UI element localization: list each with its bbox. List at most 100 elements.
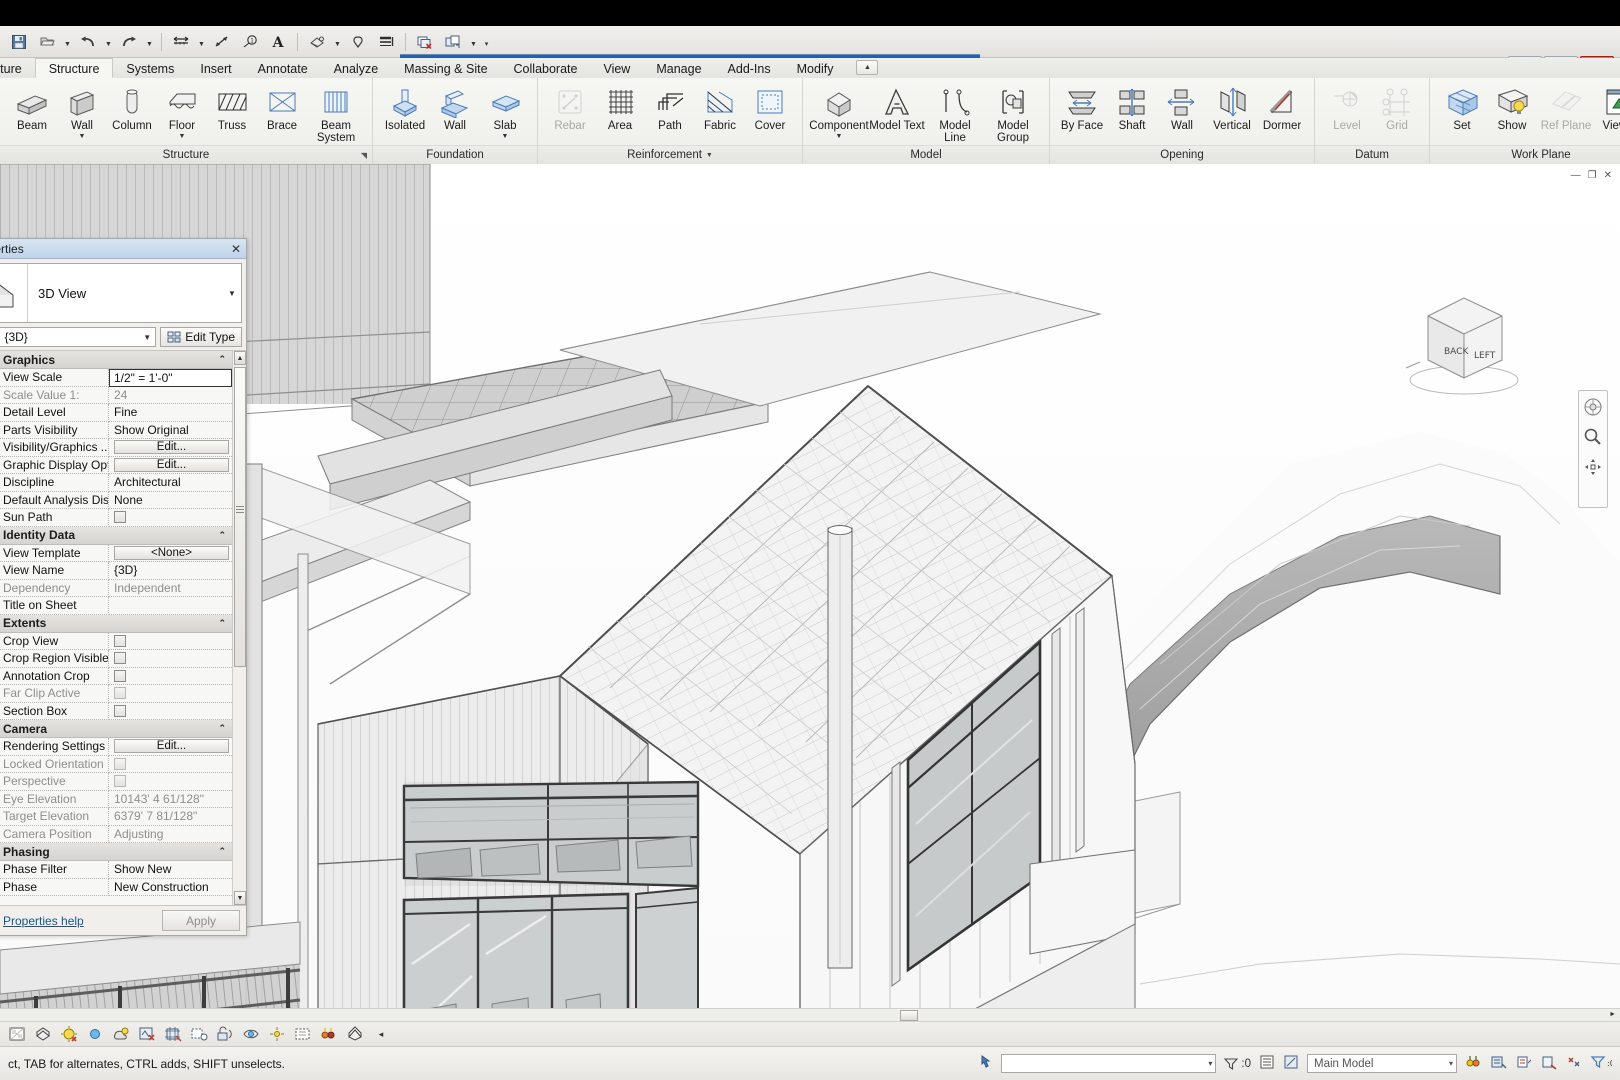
ribbon-button-wall[interactable]: Wall	[1157, 82, 1207, 133]
ribbon-button-fabric[interactable]: Fabric	[695, 82, 745, 133]
view-horizontal-scrollbar[interactable]: ►	[0, 1008, 1620, 1021]
property-checkbox[interactable]	[114, 705, 126, 717]
property-value[interactable]: Adjusting	[109, 826, 232, 844]
instance-selector-caret-icon[interactable]: ▼	[143, 333, 151, 342]
properties-group-collapse-icon[interactable]: ⌃	[218, 723, 226, 734]
property-edit-button[interactable]: Edit...	[114, 458, 229, 472]
ribbon-button-slab[interactable]: Slab▼	[480, 82, 530, 141]
properties-scroll-thumb[interactable]	[234, 367, 246, 667]
property-value[interactable]: {3D}	[109, 562, 232, 580]
properties-group-collapse-icon[interactable]: ⌃	[218, 354, 226, 365]
ribbon-button-model-text[interactable]: Model Text	[868, 82, 926, 133]
properties-group-collapse-icon[interactable]: ⌃	[218, 530, 226, 541]
property-value[interactable]	[109, 756, 232, 774]
detail-level-icon[interactable]	[32, 1024, 54, 1044]
switch-windows-icon[interactable]	[440, 30, 466, 54]
panel-dropdown-caret-icon[interactable]: ▼	[706, 152, 713, 159]
redo-icon[interactable]	[116, 30, 142, 54]
press-drag-icon[interactable]	[977, 1054, 993, 1073]
horizontal-scroll-thumb[interactable]	[900, 1010, 918, 1021]
default-3d-view-icon[interactable]	[304, 30, 330, 54]
shadows-icon[interactable]	[110, 1024, 132, 1044]
ribbon-button-viewer[interactable]: Viewer	[1595, 82, 1620, 133]
ribbon-button-beam-system[interactable]: Beam System	[307, 82, 365, 145]
properties-scroll-up-icon[interactable]: ▲	[234, 351, 246, 365]
property-value[interactable]: 6379' 7 81/128"	[109, 808, 232, 826]
main-model-selector[interactable]: Main Model ▾	[1307, 1054, 1457, 1073]
properties-close-icon[interactable]: ✕	[231, 242, 241, 256]
property-checkbox[interactable]	[114, 511, 126, 523]
properties-help-link[interactable]: Properties help	[3, 914, 84, 928]
ribbon-tab-insert[interactable]: Insert	[187, 58, 244, 78]
property-value[interactable]: 10143' 4 61/128"	[109, 791, 232, 809]
property-value[interactable]: Edit...	[109, 457, 232, 475]
redo-dropdown-caret[interactable]: ▼	[144, 30, 155, 54]
ribbon-button-wall[interactable]: Wall	[430, 82, 480, 133]
constraints-icon[interactable]	[344, 1024, 366, 1044]
ribbon-button-shaft[interactable]: Shaft	[1107, 82, 1157, 133]
undo-icon[interactable]	[75, 30, 101, 54]
analytical-model-icon[interactable]	[318, 1024, 340, 1044]
ribbon-tab-annotate[interactable]: Annotate	[245, 58, 321, 78]
ribbon-tab-structure[interactable]: Structure	[35, 58, 114, 78]
unlock-3d-view-icon[interactable]	[214, 1024, 236, 1044]
apply-button[interactable]: Apply	[162, 910, 240, 931]
property-value[interactable]	[109, 650, 232, 668]
undo-dropdown-caret[interactable]: ▼	[103, 30, 114, 54]
property-checkbox[interactable]	[114, 775, 126, 787]
panel-dialog-launcher-icon[interactable]: ◥	[361, 151, 367, 160]
properties-group-collapse-icon[interactable]: ⌃	[218, 846, 226, 857]
reveal-hidden-elements-icon[interactable]	[266, 1024, 288, 1044]
ribbon-button-by-face[interactable]: By Face	[1057, 82, 1107, 133]
ribbon-tab-architecture[interactable]: Architecture	[0, 58, 35, 78]
view-restore-icon[interactable]: ❐	[1588, 170, 1597, 181]
ribbon-button-area[interactable]: Area	[595, 82, 645, 133]
property-checkbox[interactable]	[114, 652, 126, 664]
property-value[interactable]: Edit...	[109, 439, 232, 457]
property-checkbox[interactable]	[114, 758, 126, 770]
main-model-caret-icon[interactable]: ▾	[1449, 1059, 1453, 1068]
property-value[interactable]	[109, 633, 232, 651]
ribbon-button-path[interactable]: Path	[645, 82, 695, 133]
ribbon-button-wall[interactable]: Wall▼	[57, 82, 107, 141]
section-icon[interactable]	[345, 30, 371, 54]
workset-combo[interactable]: ▾	[1001, 1054, 1216, 1073]
ribbon-button-model-line[interactable]: Model Line	[926, 82, 984, 145]
view-control-more-icon[interactable]: ◂	[370, 1024, 392, 1044]
close-hidden-windows-icon[interactable]	[412, 30, 438, 54]
model-list-icon[interactable]	[1259, 1054, 1275, 1073]
ribbon-button-floor[interactable]: Floor▼	[157, 82, 207, 141]
ribbon-button-dropdown-caret-icon[interactable]: ▼	[502, 133, 509, 140]
view-close-icon[interactable]: ✕	[1604, 170, 1612, 181]
property-checkbox[interactable]	[114, 635, 126, 647]
instance-selector[interactable]: View: {3D} ▼	[0, 327, 156, 347]
ribbon-tab-view[interactable]: View	[590, 58, 643, 78]
type-selector-caret-icon[interactable]: ▼	[223, 289, 241, 298]
worksharing-display-icon[interactable]	[292, 1024, 314, 1044]
sun-path-icon[interactable]	[84, 1024, 106, 1044]
ribbon-tab-manage[interactable]: Manage	[643, 58, 714, 78]
active-workset-icon[interactable]	[1515, 1054, 1533, 1073]
visual-style-icon[interactable]	[58, 1024, 80, 1044]
properties-scroll-down-icon[interactable]: ▼	[234, 891, 246, 905]
ribbon-tab-systems[interactable]: Systems	[113, 58, 187, 78]
temporary-hide-isolate-icon[interactable]	[240, 1024, 262, 1044]
switch-windows-dropdown-caret[interactable]: ▼	[468, 30, 479, 54]
select-links-icon[interactable]	[1565, 1054, 1583, 1073]
ribbon-button-show[interactable]: Show	[1487, 82, 1537, 133]
property-value[interactable]: 1/2" = 1'-0"	[109, 369, 232, 387]
scale-icon[interactable]	[6, 1024, 28, 1044]
ribbon-button-component[interactable]: Component▼	[810, 82, 868, 141]
ribbon-tab-massing-site[interactable]: Massing & Site	[391, 58, 500, 78]
ribbon-button-isolated[interactable]: Isolated	[380, 82, 430, 133]
view-cube[interactable]: BACK LEFT	[1398, 272, 1538, 402]
property-value[interactable]	[109, 773, 232, 791]
zoom-navigation-icon[interactable]	[1581, 425, 1605, 449]
property-value[interactable]: 24	[109, 387, 232, 405]
property-value[interactable]: New Construction	[109, 879, 232, 897]
property-value[interactable]	[109, 509, 232, 527]
open-icon[interactable]	[34, 30, 60, 54]
ribbon-button-beam[interactable]: Beam	[7, 82, 57, 133]
filter-count-group[interactable]: :0	[1224, 1057, 1251, 1071]
aligned-dimension-icon[interactable]	[209, 30, 235, 54]
